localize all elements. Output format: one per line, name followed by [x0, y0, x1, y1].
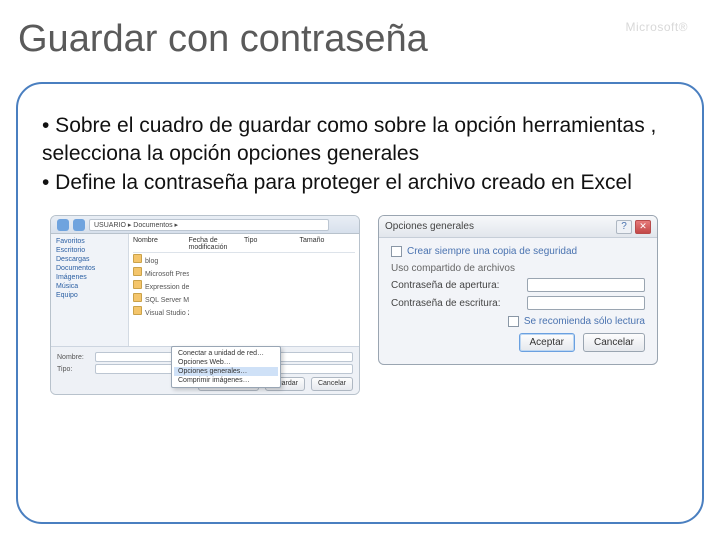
nav-link[interactable]: Música [54, 282, 125, 291]
cancel-button[interactable]: Cancelar [311, 377, 353, 391]
folder-icon [133, 280, 142, 289]
bullet-1: • Sobre el cuadro de guardar como sobre … [42, 112, 678, 169]
screenshot-row: USUARIO ▸ Documentos ▸ Favoritos Escrito… [42, 215, 678, 395]
window-controls-icon[interactable] [333, 220, 353, 230]
filename-label: Nombre: [57, 354, 91, 361]
folder-icon [133, 267, 142, 276]
saveas-toolbar: USUARIO ▸ Documentos ▸ [51, 216, 359, 234]
backup-checkbox[interactable]: Crear siempre una copia de seguridad [391, 246, 645, 257]
screenshot-general-options: Opciones generales ? ✕ Crear siempre una… [378, 215, 658, 365]
breadcrumb[interactable]: USUARIO ▸ Documentos ▸ [89, 219, 329, 231]
options-title: Opciones generales [385, 221, 474, 232]
bullet-text: • Sobre el cuadro de guardar como sobre … [42, 112, 678, 197]
list-item[interactable]: Expression de Recursos Studio [133, 279, 355, 292]
options-titlebar: Opciones generales ? ✕ [379, 216, 657, 238]
saveas-footer: Nombre: Tipo: Herramientas ▾ Guardar Can… [51, 346, 359, 394]
menu-item[interactable]: Conectar a unidad de red… [174, 349, 278, 358]
list-item[interactable]: blog [133, 253, 355, 266]
content-frame: • Sobre el cuadro de guardar como sobre … [16, 82, 704, 524]
list-item[interactable]: SQL Server Management Studio [133, 292, 355, 305]
menu-item[interactable]: Comprimir imágenes… [174, 376, 278, 385]
tools-menu: Conectar a unidad de red… Opciones Web… … [171, 346, 281, 388]
forward-icon[interactable] [73, 219, 85, 231]
nav-link[interactable]: Favoritos [54, 237, 125, 246]
cancel-button[interactable]: Cancelar [583, 333, 645, 352]
bullet-2: • Define la contraseña para proteger el … [42, 169, 678, 197]
filetype-label: Tipo: [57, 366, 91, 373]
slide: Guardar con contraseña Microsoft® • Sobr… [0, 0, 720, 540]
close-icon[interactable]: ✕ [635, 220, 651, 234]
nav-link[interactable]: Escritorio [54, 246, 125, 255]
help-icon[interactable]: ? [616, 220, 632, 234]
folder-icon [133, 293, 142, 302]
nav-link[interactable]: Equipo [54, 291, 125, 300]
saveas-navpane: Favoritos Escritorio Descargas Documento… [51, 234, 129, 346]
menu-item-general-options[interactable]: Opciones generales… [174, 367, 278, 376]
readonly-checkbox[interactable]: Se recomienda sólo lectura [391, 316, 645, 327]
section-label: Uso compartido de archivos [391, 263, 645, 274]
saveas-file-list: Nombre Fecha de modificación Tipo Tamaño… [129, 234, 359, 346]
nav-link[interactable]: Imágenes [54, 273, 125, 282]
write-password-field[interactable] [527, 296, 645, 310]
list-header: Nombre Fecha de modificación Tipo Tamaño [133, 236, 355, 253]
checkbox-icon [508, 316, 519, 327]
checkbox-icon [391, 246, 402, 257]
list-item[interactable]: Visual Studio 2005 [133, 305, 355, 318]
menu-item[interactable]: Opciones Web… [174, 358, 278, 367]
screenshot-save-as: USUARIO ▸ Documentos ▸ Favoritos Escrito… [50, 215, 360, 395]
nav-link[interactable]: Descargas [54, 255, 125, 264]
folder-icon [133, 254, 142, 263]
folder-icon [133, 306, 142, 315]
nav-link[interactable]: Documentos [54, 264, 125, 273]
open-password-field[interactable] [527, 278, 645, 292]
page-title: Guardar con contraseña [18, 18, 428, 61]
brand-logo: Microsoft® [625, 20, 688, 34]
list-item[interactable]: Microsoft Press [133, 266, 355, 279]
back-icon[interactable] [57, 219, 69, 231]
accept-button[interactable]: Aceptar [519, 333, 575, 352]
open-password-label: Contraseña de apertura: [391, 280, 521, 291]
write-password-label: Contraseña de escritura: [391, 298, 521, 309]
